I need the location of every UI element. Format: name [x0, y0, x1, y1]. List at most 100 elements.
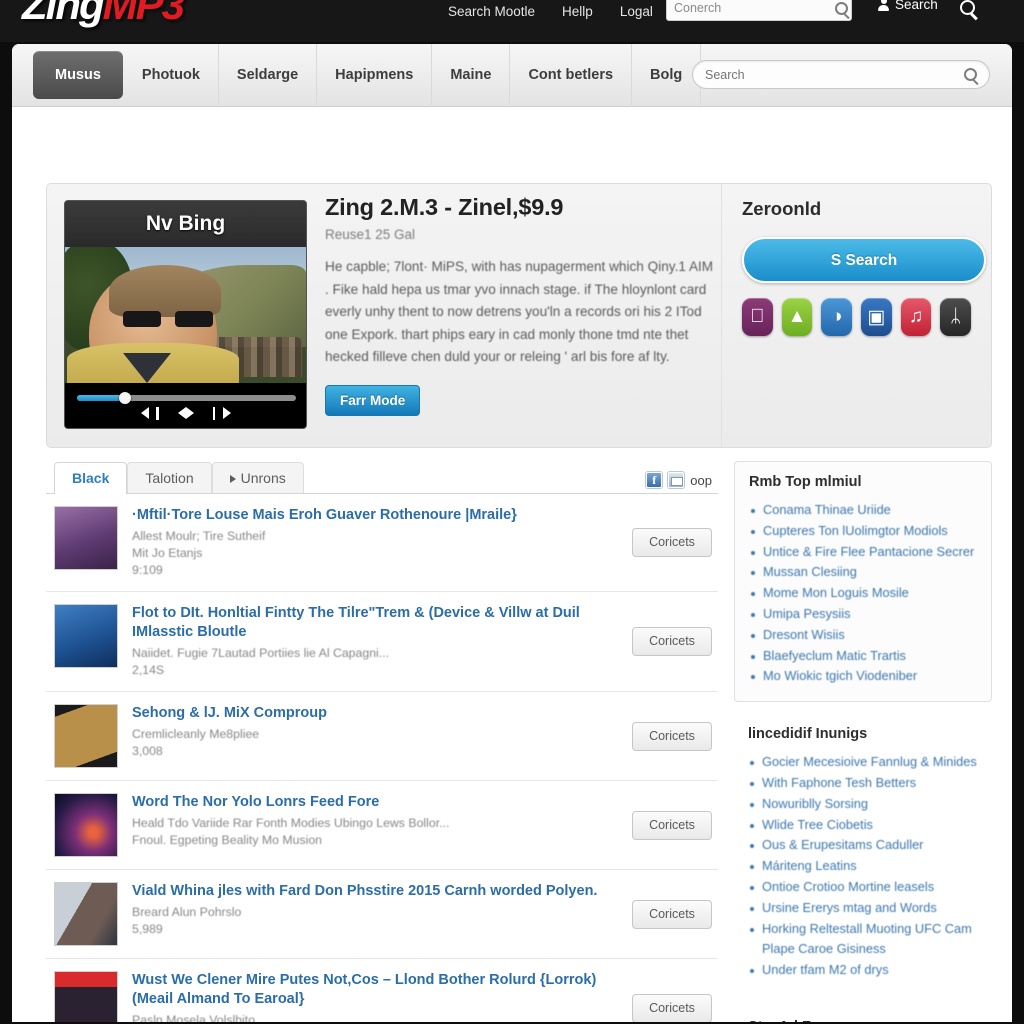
site-logo[interactable]: ZingMP3: [22, 0, 185, 26]
track-title[interactable]: Wust We Clener Mire Putes Not,Cos – Llon…: [132, 971, 622, 1009]
track-action-button[interactable]: Coricets: [632, 627, 712, 656]
list-item[interactable]: Mo Wiokic tgich Viodeniber: [749, 666, 977, 687]
list-item[interactable]: Wlide Tree Ciobetis: [748, 815, 978, 836]
hero-title: Zing 2.M.3 - Zinel,$9.9: [325, 194, 564, 220]
nav-search-box[interactable]: [692, 60, 990, 89]
content-area: Black Talotion Unrons f oop ·Mftil·Tore …: [46, 461, 992, 1022]
list-item[interactable]: Mussan Clesiing: [749, 562, 977, 583]
list-item[interactable]: Máriteng Leatins: [748, 856, 978, 877]
track-thumbnail: [54, 971, 118, 1022]
facebook-icon[interactable]: f: [646, 472, 663, 488]
list-item[interactable]: Ous & Erupesitams Caduller: [748, 835, 978, 856]
person-icon: [878, 0, 889, 11]
progress-bar[interactable]: [77, 392, 296, 404]
track-title[interactable]: Viald Whina jles with Fard Don Phsstire …: [132, 882, 622, 901]
list-item[interactable]: Umipa Pesysiis: [749, 604, 977, 625]
table-row[interactable]: Sehong & lJ. MiX Comproup Cremlicleanly …: [46, 692, 718, 781]
top-link-help[interactable]: Hellp: [562, 4, 593, 19]
nav-tab-hapipmens[interactable]: Hapipmens: [317, 44, 433, 107]
table-row[interactable]: Word The Nor Yolo Lonrs Feed Fore Heald …: [46, 781, 718, 870]
chat-bubble-icon[interactable]: ◑: [821, 298, 853, 336]
track-title[interactable]: ·Mftil·Tore Louse Mais Eroh Guaver Rothe…: [132, 506, 622, 525]
table-row[interactable]: ·Mftil·Tore Louse Mais Eroh Guaver Rothe…: [46, 494, 718, 592]
top-user-label: Search: [895, 0, 938, 12]
video-player[interactable]: Nv Bing: [64, 200, 307, 429]
table-row[interactable]: Viald Whina jles with Fard Don Phsstire …: [46, 870, 718, 959]
tab-unrons[interactable]: Unrons: [211, 462, 304, 493]
top-link-search-mootle[interactable]: Search Mootle: [448, 4, 535, 19]
track-thumbnail: [54, 793, 118, 857]
progress-knob[interactable]: [119, 392, 131, 404]
hero-paragraph: He capble; 7lont· MiPS, with has nupager…: [325, 259, 714, 364]
list-item[interactable]: With Faphone Tesh Betters: [748, 773, 978, 794]
nav-tab-bolg[interactable]: Bolg: [632, 44, 702, 107]
top-search-box[interactable]: [666, 0, 852, 21]
list-item[interactable]: Dresont Wisiis: [749, 625, 977, 646]
top-nav-links: Search Mootle Hellp Logal: [448, 0, 653, 22]
track-info: Sehong & lJ. MiX Comproup Cremlicleanly …: [132, 704, 632, 768]
sidebar-box-bottom-title: StevAd Fourouse: [748, 1019, 978, 1022]
list-item[interactable]: Gocier Mecesioive Fannlug & Minides: [748, 752, 978, 773]
android-icon[interactable]: ▲: [781, 298, 813, 336]
share-row: f oop: [646, 472, 712, 488]
table-row[interactable]: Wust We Clener Mire Putes Not,Cos – Llon…: [46, 959, 718, 1022]
sidebar-box-middle-list: Gocier Mecesioive Fannlug & Minides With…: [748, 752, 978, 981]
track-title[interactable]: Word The Nor Yolo Lonrs Feed Fore: [132, 793, 622, 812]
list-item[interactable]: Mome Mon Loguis Mosile: [749, 583, 977, 604]
track-title[interactable]: Flot to DIt. Honltial Fintty The Tilre"T…: [132, 604, 622, 642]
nav-tab-photuok[interactable]: Photuok: [124, 44, 219, 107]
hero-subtitle: Reuse1 25 Gal: [325, 227, 416, 242]
tab-black[interactable]: Black: [54, 462, 128, 494]
list-item[interactable]: Cupteres Ton lUolimgtor Modiols: [749, 521, 977, 542]
top-right-search-icon[interactable]: [960, 0, 975, 15]
track-action-button[interactable]: Coricets: [632, 810, 712, 840]
table-row[interactable]: Flot to DIt. Honltial Fintty The Tilre"T…: [46, 592, 718, 692]
next-icon[interactable]: [212, 407, 231, 420]
farr-mode-button[interactable]: Farr Mode: [325, 384, 421, 416]
track-meta-1: Pasln Mosela Volslhito: [132, 1013, 256, 1022]
photo-icon[interactable]: ▣: [861, 298, 892, 336]
mail-icon[interactable]: [668, 472, 685, 488]
track-action-button[interactable]: Coricets: [632, 721, 712, 751]
list-item[interactable]: Under tfam M2 of drys: [748, 960, 978, 981]
track-info: Word The Nor Yolo Lonrs Feed Fore Heald …: [132, 793, 632, 857]
list-item[interactable]: Ontioe Crotioo Mortine leasels: [748, 877, 978, 898]
list-item[interactable]: Untice & Fire Flee Pantacione Secrer: [749, 542, 977, 563]
page-shell: Musus Photuok Seldarge Hapipmens Maine C…: [12, 44, 1012, 1022]
hero-panel: Nv Bing Zing 2.M.3 - Zinel,$9.9 Reuse1 2…: [46, 183, 992, 448]
previous-icon[interactable]: [140, 407, 159, 420]
search-cta-button[interactable]: S Search: [742, 237, 986, 283]
track-meta-1: Breard Alun Pohrslo: [132, 905, 242, 919]
tab-talotion[interactable]: Talotion: [127, 462, 212, 493]
track-action-button[interactable]: Coricets: [632, 994, 712, 1022]
track-info: Viald Whina jles with Fard Don Phsstire …: [132, 882, 632, 946]
top-bar: ZingMP3 Search Mootle Hellp Logal Search: [0, 0, 1024, 42]
list-item[interactable]: Conama Thinae Uriide: [749, 500, 977, 521]
nav-tab-maine[interactable]: Maine: [432, 44, 511, 107]
top-user-area[interactable]: Search: [878, 0, 938, 12]
track-thumbnail: [54, 604, 118, 668]
top-link-legal[interactable]: Logal: [620, 4, 653, 19]
track-list-column: Black Talotion Unrons f oop ·Mftil·Tore …: [46, 461, 718, 1022]
list-item[interactable]: Nowuriblly Sorsing: [748, 794, 978, 815]
nav-tab-musus[interactable]: Musus: [33, 51, 123, 99]
track-action-button[interactable]: Coricets: [632, 528, 712, 557]
music-note-icon[interactable]: ♫: [900, 298, 932, 336]
top-search-input[interactable]: [674, 1, 835, 15]
track-action-button[interactable]: Coricets: [632, 899, 712, 929]
list-item[interactable]: Blaefyeclum Matic Trartis: [749, 646, 977, 667]
nav-tab-seldarge[interactable]: Seldarge: [219, 44, 318, 107]
video-frame[interactable]: [65, 247, 306, 383]
share-label: oop: [690, 472, 712, 488]
nav-tab-cont-betlers[interactable]: Cont betlers: [510, 44, 633, 107]
track-thumbnail: [54, 704, 118, 768]
sidebar-box-middle: lincedidif Inunigs Gocier Mecesioive Fan…: [734, 714, 992, 995]
bluetooth-icon[interactable]: ᛦ: [940, 298, 972, 336]
apple-icon[interactable]: : [742, 298, 773, 336]
play-pause-icon[interactable]: [177, 407, 195, 420]
track-title[interactable]: Sehong & lJ. MiX Comproup: [132, 704, 622, 723]
sidebar-box-top: Rmb Top mlmiul Conama Thinae Uriide Cupt…: [734, 461, 992, 703]
list-item[interactable]: Ursine Ererys mtag and Words: [748, 898, 978, 919]
nav-search-input[interactable]: [705, 67, 964, 82]
list-item[interactable]: Horking Reltestall Muoting UFC Cam Plape…: [748, 919, 978, 961]
